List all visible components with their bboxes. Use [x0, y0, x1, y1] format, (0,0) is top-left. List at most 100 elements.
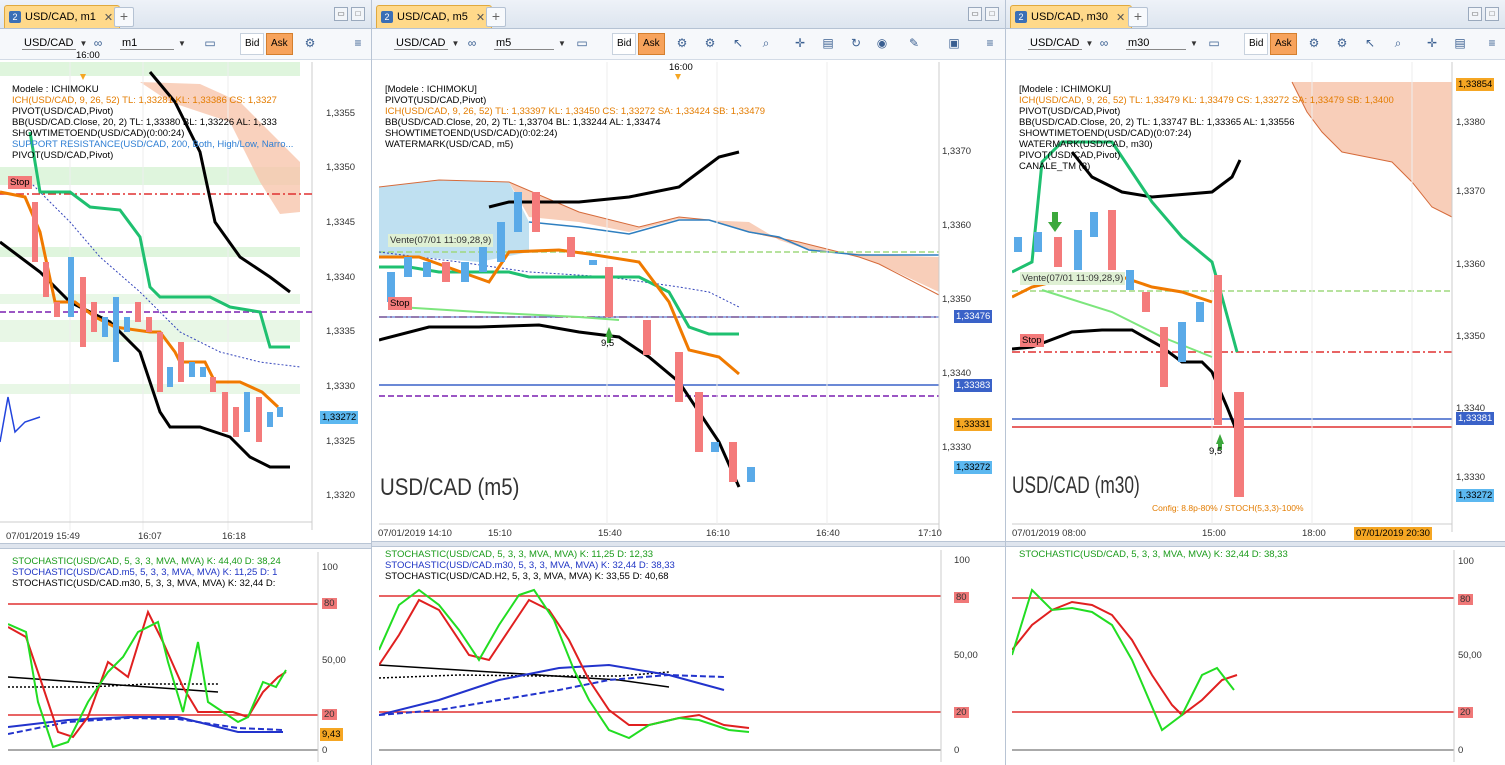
- restore-icon[interactable]: ▭: [968, 7, 982, 21]
- timeframe-select[interactable]: m1 ▼: [120, 33, 186, 53]
- add-tab-button[interactable]: +: [1128, 7, 1148, 27]
- chart-legend: Modele : ICHIMOKU ICH(USD/CAD, 9, 26, 52…: [12, 84, 293, 161]
- stochastic-pane-m30[interactable]: [1012, 550, 1456, 762]
- pane-splitter[interactable]: [0, 543, 371, 549]
- symbol-select[interactable]: USD/CAD ▼: [1028, 33, 1093, 53]
- restore-icon[interactable]: ▭: [1468, 7, 1482, 21]
- symbol-select[interactable]: USD/CAD ▼: [394, 33, 459, 53]
- price-tag-tenkan: 1,33331: [954, 418, 993, 431]
- bid-button[interactable]: Bid: [240, 33, 265, 55]
- stop-label[interactable]: Stop: [8, 176, 32, 189]
- refresh-icon[interactable]: ↻: [848, 35, 864, 51]
- link-icon[interactable]: ∞: [1096, 35, 1112, 51]
- time-axis-tick: 15:00: [1202, 528, 1226, 539]
- add-tab-button[interactable]: +: [486, 7, 506, 27]
- crosshair-icon[interactable]: ✛: [792, 35, 808, 51]
- chart-type-icon[interactable]: ▭: [574, 35, 590, 51]
- template-icon[interactable]: ▤: [820, 35, 836, 51]
- tab-usdcad-m30[interactable]: 2 USD/CAD, m30 ✕: [1010, 5, 1133, 28]
- menu-icon[interactable]: ≡: [350, 35, 366, 51]
- price-axis-tick: 1,3330: [326, 381, 356, 392]
- price-axis-tick: 1,3350: [1456, 331, 1486, 342]
- ask-button[interactable]: Ask: [266, 33, 293, 55]
- indicator-settings-icon[interactable]: ⚙: [702, 35, 718, 51]
- indicator-settings-icon[interactable]: ⚙: [1334, 35, 1350, 51]
- time-axis-tick: 16:40: [816, 528, 840, 539]
- price-axis-tick: 1,3330: [1456, 472, 1486, 483]
- config-note: Config: 8.8p-80% / STOCH(5,3,3)-100%: [1152, 503, 1304, 513]
- chart-toolbar: USD/CAD ▼ ∞ m30 ▼ ▭ Bid Ask ⚙ ⚙ ↖ ⌕ ✛ ▤ ≡: [1006, 29, 1505, 60]
- osc-legend-line: STOCHASTIC(USD/CAD.m5, 5, 3, 3, MVA, MVA…: [12, 567, 278, 578]
- close-icon[interactable]: ✕: [1116, 11, 1125, 24]
- crosshair-icon[interactable]: ✛: [1424, 35, 1440, 51]
- close-icon[interactable]: ✕: [104, 11, 113, 24]
- pane-splitter[interactable]: [1006, 541, 1505, 547]
- price-tag-current: 1,33272: [954, 461, 993, 474]
- chart-type-icon[interactable]: ▭: [202, 35, 218, 51]
- indicator-icon[interactable]: ⚙: [1306, 35, 1322, 51]
- timeframe-value: m1: [120, 37, 174, 50]
- zoom-icon[interactable]: ⌕: [758, 35, 774, 51]
- timeframe-select[interactable]: m5 ▼: [494, 33, 566, 53]
- price-axis-tick: 1,3370: [1456, 186, 1486, 197]
- restore-icon[interactable]: ▭: [334, 7, 348, 21]
- indicator-icon[interactable]: ⚙: [302, 35, 318, 51]
- tab-usdcad-m5[interactable]: 2 USD/CAD, m5 ✕: [376, 5, 493, 28]
- chart-legend: [Modele : ICHIMOKU] PIVOT(USD/CAD,Pivot)…: [385, 84, 765, 150]
- time-axis-tick: 07/01/2019 15:49: [6, 531, 80, 542]
- stop-label[interactable]: Stop: [1020, 334, 1044, 347]
- stop-label[interactable]: Stop: [388, 297, 412, 310]
- template-icon[interactable]: ▤: [1452, 35, 1468, 51]
- ask-button[interactable]: Ask: [1270, 33, 1297, 55]
- cursor-icon[interactable]: ↖: [1362, 35, 1378, 51]
- osc-value-tag: 9,43: [320, 728, 343, 741]
- bid-button[interactable]: Bid: [1244, 33, 1269, 55]
- osc-legend-line: STOCHASTIC(USD/CAD, 5, 3, 3, MVA, MVA) K…: [1019, 549, 1288, 560]
- osc-legend-line: STOCHASTIC(USD/CAD, 5, 3, 3, MVA, MVA) K…: [385, 549, 654, 560]
- link-icon[interactable]: ∞: [90, 35, 106, 51]
- ask-button[interactable]: Ask: [638, 33, 665, 55]
- zoom-icon[interactable]: ⌕: [1390, 35, 1406, 51]
- tab-number-badge: 2: [9, 11, 21, 23]
- chart-window-m1: 2 USD/CAD, m1 ✕ + ▭ □ USD/CAD ▼ ∞ m1 ▼ ▭ Bi…: [0, 0, 372, 765]
- timeframe-select[interactable]: m30 ▼: [1126, 33, 1198, 53]
- maximize-icon[interactable]: □: [351, 7, 365, 21]
- tab-usdcad-m1[interactable]: 2 USD/CAD, m1 ✕: [4, 5, 121, 28]
- price-axis-tick: 1,3340: [326, 272, 356, 283]
- price-tag-senkou: 1,33476: [954, 310, 993, 323]
- globe-icon[interactable]: ◉: [874, 35, 890, 51]
- price-axis-tick: 1,3380: [1456, 117, 1486, 128]
- bid-button[interactable]: Bid: [612, 33, 637, 55]
- vente-label[interactable]: Vente(07/01 11:09,28,9): [388, 234, 494, 247]
- maximize-icon[interactable]: □: [985, 7, 999, 21]
- osc-axis-tick: 80: [322, 598, 337, 609]
- tab-bar: 2 USD/CAD, m1 ✕ + ▭ □: [0, 0, 371, 29]
- add-tab-button[interactable]: +: [114, 7, 134, 27]
- indicator-icon[interactable]: ⚙: [674, 35, 690, 51]
- image-icon[interactable]: ▣: [946, 35, 962, 51]
- legend-line: [Modele : ICHIMOKU]: [1019, 84, 1111, 95]
- legend-line: BB(USD/CAD.Close, 20, 2) TL: 1,33747 BL:…: [1019, 117, 1295, 128]
- chevron-down-icon: ▼: [451, 38, 460, 48]
- osc-axis-tick: 20: [1458, 707, 1473, 718]
- legend-line: ICH(USD/CAD, 9, 26, 52) TL: 1,33479 KL: …: [1019, 95, 1394, 106]
- close-icon[interactable]: ✕: [476, 11, 485, 24]
- pencil-icon[interactable]: ✎: [906, 35, 922, 51]
- menu-icon[interactable]: ≡: [1484, 35, 1500, 51]
- vente-label[interactable]: Vente(07/01 11:09,28,9): [1020, 272, 1126, 285]
- legend-line: Modele : ICHIMOKU: [12, 84, 99, 95]
- link-icon[interactable]: ∞: [464, 35, 480, 51]
- chart-legend: [Modele : ICHIMOKU] ICH(USD/CAD, 9, 26, …: [1019, 84, 1394, 172]
- legend-line: PIVOT(USD/CAD,Pivot): [1019, 150, 1121, 161]
- time-axis-tick: 07/01/2019 14:10: [378, 528, 452, 539]
- stochastic-legend: STOCHASTIC(USD/CAD, 5, 3, 3, MVA, MVA) K…: [385, 549, 675, 582]
- sell-arrow-icon: [1048, 222, 1062, 232]
- price-axis-tick: 1,3355: [326, 108, 356, 119]
- maximize-icon[interactable]: □: [1485, 7, 1499, 21]
- menu-icon[interactable]: ≡: [982, 35, 998, 51]
- cursor-icon[interactable]: ↖: [730, 35, 746, 51]
- time-axis-tick: 16:18: [222, 531, 246, 542]
- time-axis-tick: 15:10: [488, 528, 512, 539]
- pane-splitter[interactable]: [372, 541, 1005, 547]
- chart-type-icon[interactable]: ▭: [1206, 35, 1222, 51]
